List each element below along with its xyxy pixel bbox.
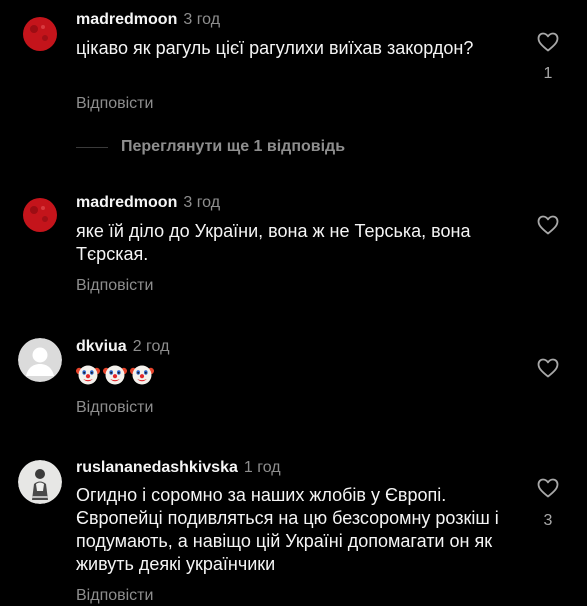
user-avatar[interactable]	[18, 338, 62, 382]
heart-outline-icon	[537, 32, 559, 52]
comment-time: 3 год	[183, 11, 221, 28]
photo-avatar-icon	[18, 460, 62, 504]
red-moon-avatar-icon	[18, 193, 62, 237]
user-avatar[interactable]	[18, 12, 62, 56]
username[interactable]: dkviua	[76, 338, 127, 355]
comment-item: ruslananedashkivska 1 год Огидно і соромн…	[0, 448, 587, 604]
like-button[interactable]	[536, 476, 560, 500]
like-button[interactable]	[536, 356, 560, 380]
reply-button[interactable]: Відповісти	[76, 276, 153, 296]
username[interactable]: madredmoon	[76, 194, 177, 211]
clown-face-icon	[76, 365, 100, 385]
comment-time: 1 год	[243, 459, 281, 476]
view-replies-label: Переглянути ще 1 відповідь	[121, 138, 346, 155]
heart-outline-icon	[537, 358, 559, 378]
like-count: 3	[543, 512, 553, 529]
clown-face-icon	[130, 365, 154, 385]
comment-emoji-row	[76, 362, 154, 386]
user-avatar[interactable]	[18, 193, 62, 237]
view-more-replies[interactable]: Переглянути ще 1 відповідь	[76, 136, 345, 158]
clown-face-icon	[103, 365, 127, 385]
like-button[interactable]	[536, 30, 560, 54]
username[interactable]: madredmoon	[76, 11, 177, 28]
comment-item: madredmoon 3 год яке їй діло до України, …	[0, 183, 587, 313]
comment-text: Огидно і соромно за наших жлобів у Європ…	[76, 485, 499, 574]
comment-header: madredmoon 3 год	[76, 193, 220, 213]
reply-button[interactable]: Відповісти	[76, 94, 153, 114]
like-count: 1	[543, 65, 553, 82]
reply-button[interactable]: Відповісти	[76, 586, 153, 606]
comment-header: dkviua 2 год	[76, 337, 169, 357]
comment-header: ruslananedashkivska 1 год	[76, 458, 281, 478]
heart-outline-icon	[537, 478, 559, 498]
replies-divider	[76, 146, 108, 148]
default-user-avatar-icon	[18, 338, 62, 382]
user-avatar[interactable]	[18, 460, 62, 504]
reply-button[interactable]: Відповісти	[76, 398, 153, 418]
comment-item: madredmoon 3 год цікаво як рагуль цієї ра…	[0, 0, 587, 130]
like-button[interactable]	[536, 213, 560, 237]
username[interactable]: ruslananedashkivska	[76, 459, 238, 476]
comment-time: 2 год	[132, 338, 170, 355]
comment-text: цікаво як рагуль цієї рагулихи виїхав за…	[76, 38, 474, 58]
comment-text: яке їй діло до України, вона ж не Терськ…	[76, 221, 471, 264]
comment-time: 3 год	[183, 194, 221, 211]
red-moon-avatar-icon	[18, 12, 62, 56]
comment-header: madredmoon 3 год	[76, 10, 220, 30]
heart-outline-icon	[537, 215, 559, 235]
